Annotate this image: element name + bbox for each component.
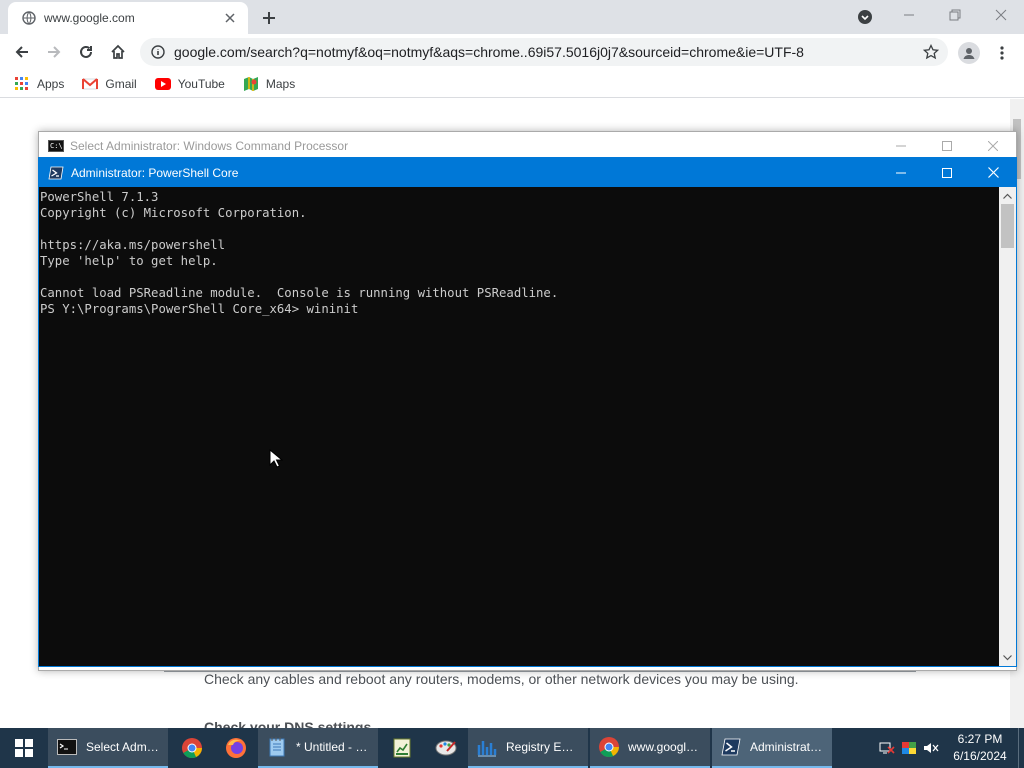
- show-desktop-button[interactable]: [1018, 728, 1024, 768]
- console-line: ​: [40, 269, 1000, 285]
- bookmark-label: YouTube: [177, 76, 225, 91]
- taskbar-item-firefox[interactable]: [214, 728, 258, 768]
- console-line: Copyright (c) Microsoft Corporation.: [40, 206, 307, 220]
- start-button[interactable]: [0, 728, 48, 768]
- taskbar-label: Administrato...: [750, 740, 824, 754]
- clock-date: 6/16/2024: [953, 749, 1007, 763]
- powershell-window[interactable]: Administrator: PowerShell Core PowerShel…: [38, 157, 1017, 667]
- clock-time: 6:27 PM: [957, 732, 1003, 746]
- system-tray: 6:27 PM 6/16/2024: [876, 728, 1024, 768]
- powershell-window-title: Administrator: PowerShell Core: [71, 165, 239, 180]
- ps-close-icon[interactable]: [970, 159, 1016, 187]
- console-line: https://aka.ms/powershell: [40, 238, 226, 252]
- console-line: Cannot load PSReadline module. Console i…: [40, 286, 559, 300]
- profile-avatar-icon[interactable]: [958, 42, 980, 64]
- powershell-icon: [720, 736, 742, 758]
- browser-tab[interactable]: www.google.com: [8, 2, 248, 34]
- powershell-titlebar[interactable]: Administrator: PowerShell Core: [39, 158, 1016, 187]
- taskbar-item-paint[interactable]: [424, 728, 468, 768]
- scroll-up-icon[interactable]: [999, 187, 1016, 204]
- bookmark-label: Apps: [37, 76, 65, 91]
- new-tab-button[interactable]: [258, 7, 280, 29]
- taskbar-item-notepad[interactable]: * Untitled - N...: [258, 728, 378, 768]
- cmd-minimize-icon[interactable]: [878, 132, 924, 160]
- taskbar-label: www.google....: [628, 740, 702, 754]
- cmd-maximize-icon[interactable]: [924, 132, 970, 160]
- windows-logo-icon: [15, 739, 33, 757]
- console-prompt-line: PS Y:\Programs\PowerShell Core_x64> wini…: [40, 302, 359, 316]
- console-scrollbar[interactable]: [999, 187, 1016, 666]
- cmd-icon: C:\: [48, 140, 64, 152]
- display-icon[interactable]: [898, 728, 920, 768]
- taskbar-item-spreadsheet[interactable]: [380, 728, 424, 768]
- ps-minimize-icon[interactable]: [878, 159, 924, 187]
- console-line: Type 'help' to get help.: [40, 254, 218, 268]
- taskbar-item-regedit[interactable]: Registry Editor: [468, 728, 588, 768]
- notepad-icon: [266, 736, 288, 758]
- globe-icon: [21, 10, 37, 26]
- bookmark-youtube[interactable]: YouTube: [154, 76, 225, 92]
- close-window-icon[interactable]: [990, 4, 1012, 26]
- clock[interactable]: 6:27 PM 6/16/2024: [942, 731, 1018, 765]
- tab-title: www.google.com: [44, 11, 135, 25]
- cmd-close-icon[interactable]: [970, 132, 1016, 160]
- cmd-titlebar[interactable]: C:\ Select Administrator: Windows Comman…: [39, 132, 1016, 160]
- mouse-cursor-icon: [269, 448, 284, 469]
- taskbar-item-cmd[interactable]: Select Admin...: [48, 728, 168, 768]
- browser-tabstrip: www.google.com: [0, 0, 1024, 34]
- cmd-window-title: Select Administrator: Windows Command Pr…: [70, 139, 349, 153]
- cmd-icon: [56, 736, 78, 758]
- taskbar-label: * Untitled - N...: [296, 740, 370, 754]
- youtube-icon: [154, 76, 171, 92]
- gmail-icon: [82, 76, 99, 92]
- taskbar-item-chrome-window[interactable]: www.google....: [590, 728, 710, 768]
- minimize-icon[interactable]: [898, 4, 920, 26]
- paint-icon: [435, 737, 457, 759]
- tab-close-icon[interactable]: [222, 10, 238, 26]
- spreadsheet-icon: [391, 737, 413, 759]
- maps-icon: [243, 76, 259, 92]
- taskbar-item-powershell[interactable]: Administrato...: [712, 728, 832, 768]
- forward-button[interactable]: [41, 39, 67, 65]
- powershell-icon: [48, 166, 64, 180]
- bookmark-gmail[interactable]: Gmail: [82, 76, 137, 92]
- reload-button[interactable]: [73, 39, 99, 65]
- home-button[interactable]: [105, 39, 131, 65]
- restore-icon[interactable]: [944, 4, 966, 26]
- bookmark-label: Gmail: [105, 76, 137, 91]
- bookmark-label: Maps: [265, 76, 296, 91]
- address-bar[interactable]: google.com/search?q=notmyf&oq=notmyf&aqs…: [140, 38, 948, 66]
- powershell-console[interactable]: PowerShell 7.1.3 Copyright (c) Microsoft …: [39, 187, 1000, 666]
- taskbar-item-chrome[interactable]: [170, 728, 214, 768]
- chrome-icon: [598, 736, 620, 758]
- apps-grid-icon: [14, 76, 30, 92]
- browser-toolbar: google.com/search?q=notmyf&oq=notmyf&aqs…: [0, 34, 1024, 70]
- taskbar-label: Select Admin...: [86, 740, 160, 754]
- tab-search-icon[interactable]: [856, 8, 874, 26]
- back-button[interactable]: [9, 39, 35, 65]
- firefox-icon: [225, 737, 247, 759]
- network-icon[interactable]: [876, 728, 898, 768]
- console-scroll-thumb[interactable]: [1001, 204, 1014, 248]
- regedit-icon: [476, 736, 498, 758]
- taskbar: Select Admin... * Untitled - N... Regist…: [0, 728, 1024, 768]
- bookmark-maps[interactable]: Maps: [243, 76, 295, 92]
- ps-maximize-icon[interactable]: [924, 159, 970, 187]
- site-info-icon[interactable]: [150, 44, 166, 60]
- volume-muted-icon[interactable]: [920, 728, 942, 768]
- scroll-down-icon[interactable]: [999, 649, 1016, 666]
- menu-kebab-icon[interactable]: [993, 42, 1011, 64]
- chrome-icon: [181, 737, 203, 759]
- taskbar-label: Registry Editor: [506, 740, 580, 754]
- bookmark-star-icon[interactable]: [922, 43, 940, 61]
- console-line: ​: [40, 221, 1000, 237]
- console-line: PowerShell 7.1.3: [40, 190, 159, 204]
- bookmark-apps[interactable]: Apps: [14, 76, 64, 92]
- address-url[interactable]: google.com/search?q=notmyf&oq=notmyf&aqs…: [174, 44, 922, 60]
- bookmarks-bar: Apps Gmail YouTube Maps: [0, 70, 1024, 98]
